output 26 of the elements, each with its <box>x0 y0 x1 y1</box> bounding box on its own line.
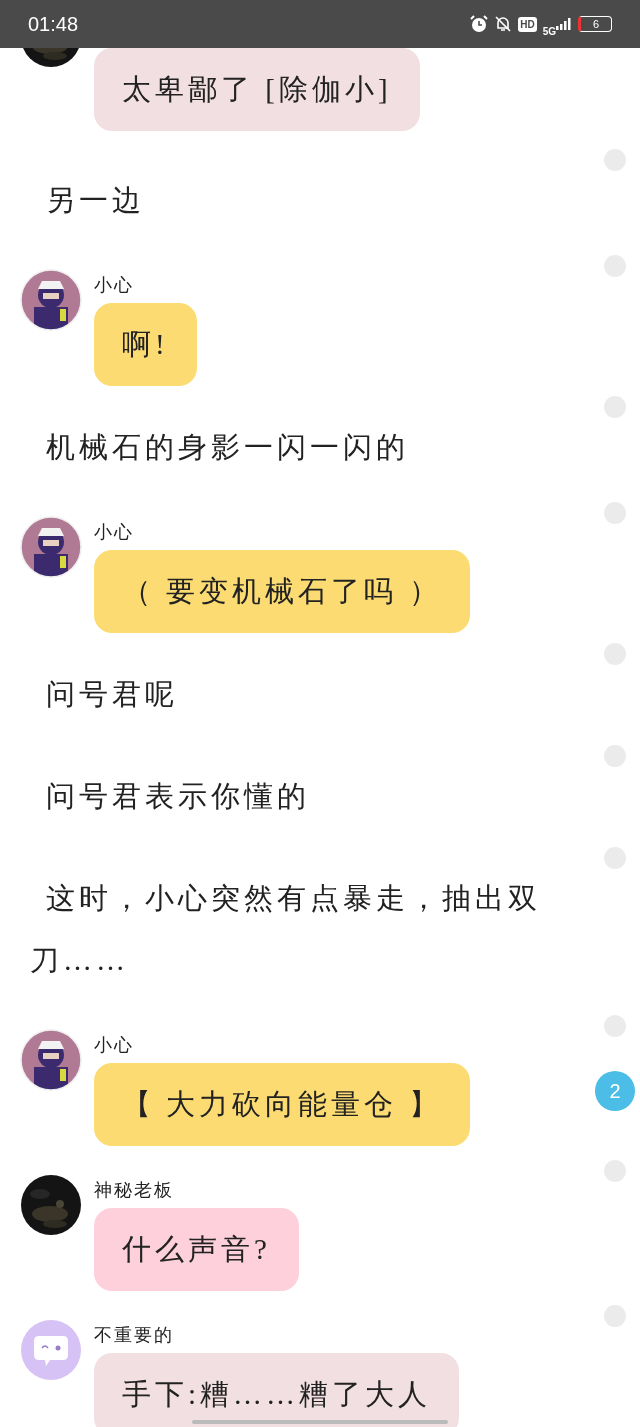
sender-name: 小心 <box>94 274 134 297</box>
message-bubble: 太卑鄙了 [除伽小] <box>94 48 420 131</box>
bell-off-icon <box>494 15 513 33</box>
hd-badge: HD <box>518 16 537 32</box>
sender-name: 小心 <box>94 1034 134 1057</box>
sender-name: 小心 <box>94 521 134 544</box>
network-label: 5G <box>542 25 556 37</box>
chat-bubble-icon <box>20 1319 82 1381</box>
unread-count-badge[interactable]: 2 <box>595 1071 635 1111</box>
narration-text: 问号君表示你懂的 <box>0 745 640 847</box>
home-indicator[interactable] <box>192 1420 448 1424</box>
message-bubble: 手下:糟……糟了大人 <box>94 1353 460 1427</box>
message-bubble: 啊! <box>94 303 197 386</box>
message-bubble: 【 大力砍向能量仓 】 <box>94 1063 470 1146</box>
battery-level: 6 <box>578 16 612 32</box>
message-bubble: 什么声音? <box>94 1208 299 1291</box>
narration-text: 这时，小心突然有点暴走，抽出双刀…… <box>0 847 640 1011</box>
status-time: 01:48 <box>28 12 79 36</box>
narration-text: 另一边 <box>0 149 640 251</box>
narration-text: 机械石的身影一闪一闪的 <box>0 396 640 498</box>
sender-name: 不重要的 <box>94 1324 174 1347</box>
message-bubble: （ 要变机械石了吗 ） <box>94 550 470 633</box>
signal-icon <box>556 18 572 30</box>
alarm-icon <box>470 15 489 33</box>
sender-name: 神秘老板 <box>94 1179 174 1202</box>
narration-text: 问号君呢 <box>0 643 640 745</box>
